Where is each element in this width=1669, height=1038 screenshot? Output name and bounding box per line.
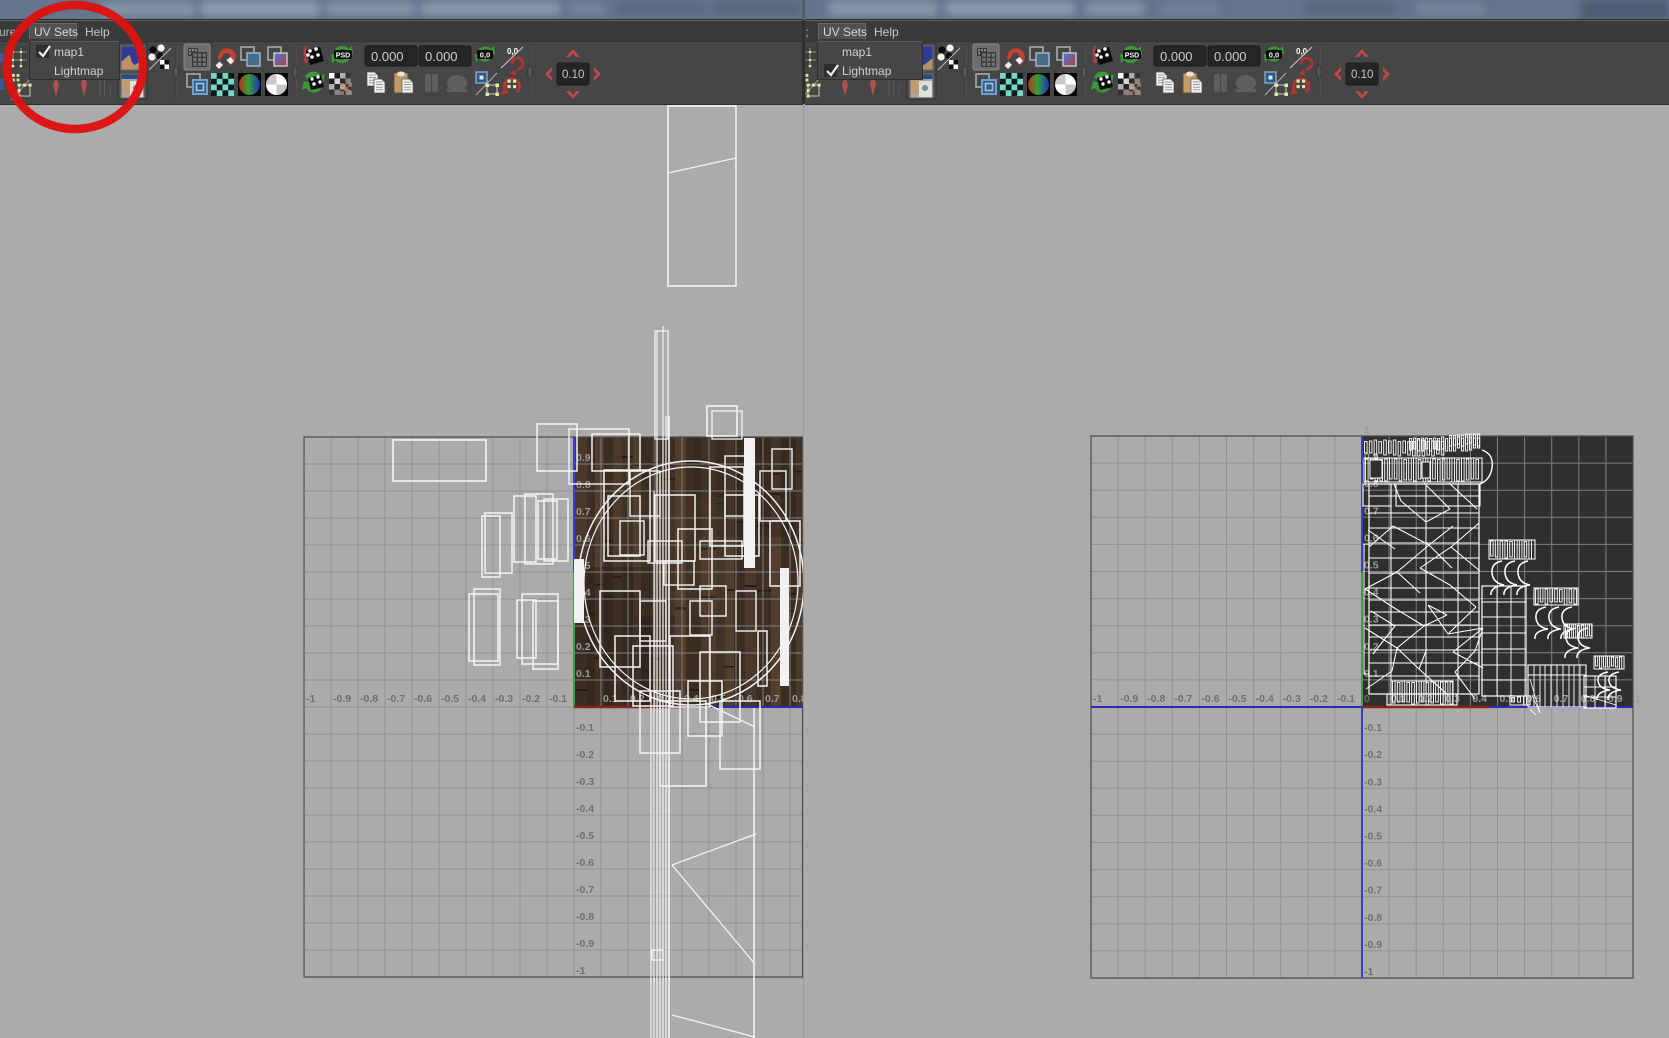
- svg-text:-0.7: -0.7: [1174, 693, 1192, 705]
- svg-text:0.000: 0.000: [425, 49, 458, 64]
- svg-text:-0.9: -0.9: [1120, 693, 1138, 705]
- svg-text:-1: -1: [1364, 966, 1373, 978]
- svg-text:-0.4: -0.4: [1256, 693, 1274, 705]
- svg-text:-0.6: -0.6: [414, 693, 432, 705]
- svg-text:0.10: 0.10: [1351, 69, 1373, 81]
- svg-text:0.7: 0.7: [1364, 505, 1379, 517]
- svg-text:0.7: 0.7: [576, 506, 591, 518]
- svg-text:PSD: PSD: [336, 53, 350, 60]
- svg-text:0,0: 0,0: [507, 47, 519, 56]
- svg-text:-1: -1: [306, 693, 315, 705]
- svg-text:0.000: 0.000: [1214, 49, 1247, 64]
- svg-text:0.3: 0.3: [1364, 614, 1379, 626]
- svg-text:0.2: 0.2: [1364, 641, 1379, 653]
- svg-text:0.2: 0.2: [576, 641, 591, 653]
- svg-text:-0.4: -0.4: [468, 693, 486, 705]
- svg-text:-0.2: -0.2: [576, 749, 594, 761]
- svg-text:-0.5: -0.5: [441, 693, 459, 705]
- svg-text:-0.7: -0.7: [387, 693, 405, 705]
- svg-text:-0.6: -0.6: [576, 857, 594, 869]
- svg-text:-0.1: -0.1: [576, 722, 594, 734]
- svg-text:0.9: 0.9: [576, 452, 591, 464]
- svg-text:0.8: 0.8: [792, 693, 803, 705]
- svg-text:-0.8: -0.8: [1147, 693, 1165, 705]
- svg-text:-0.9: -0.9: [1364, 939, 1382, 951]
- svg-text:-0.2: -0.2: [522, 693, 540, 705]
- svg-text:0.5: 0.5: [1500, 693, 1515, 705]
- svg-text:-0.2: -0.2: [1310, 693, 1328, 705]
- svg-text:0.000: 0.000: [371, 49, 404, 64]
- svg-text:-0.3: -0.3: [576, 776, 594, 788]
- svg-text:-0.5: -0.5: [576, 830, 594, 842]
- svg-text:0.8: 0.8: [1581, 693, 1596, 705]
- svg-text:0.6: 0.6: [576, 533, 591, 545]
- svg-text:0.1: 0.1: [576, 668, 591, 680]
- svg-text:-0.3: -0.3: [495, 693, 513, 705]
- svg-text:-0.8: -0.8: [576, 911, 594, 923]
- svg-text:0,0: 0,0: [1296, 47, 1308, 56]
- svg-text:-0.7: -0.7: [576, 884, 594, 896]
- svg-text:0.7: 0.7: [765, 693, 780, 705]
- svg-text:-0.6: -0.6: [1201, 693, 1219, 705]
- svg-text:-0.1: -0.1: [1364, 722, 1382, 734]
- svg-text:PSD: PSD: [1125, 53, 1139, 60]
- svg-text:-0.4: -0.4: [576, 803, 594, 815]
- svg-text:-0.6: -0.6: [1364, 858, 1382, 870]
- svg-text:-0.4: -0.4: [1364, 803, 1382, 815]
- svg-text:-0.2: -0.2: [1364, 749, 1382, 761]
- svg-text:0,0: 0,0: [1269, 51, 1279, 60]
- svg-text:0.000: 0.000: [1160, 49, 1193, 64]
- svg-text:-0.7: -0.7: [1364, 885, 1382, 897]
- svg-text:-1: -1: [1093, 693, 1102, 705]
- svg-text:-0.5: -0.5: [1364, 831, 1382, 843]
- svg-text:0.7: 0.7: [1554, 693, 1569, 705]
- svg-text:0,0: 0,0: [480, 51, 490, 60]
- svg-text:-0.1: -0.1: [549, 693, 567, 705]
- svg-text:-0.3: -0.3: [1283, 693, 1301, 705]
- svg-text:-0.9: -0.9: [576, 938, 594, 950]
- svg-text:0.10: 0.10: [562, 69, 584, 81]
- svg-text:-0.9: -0.9: [333, 693, 351, 705]
- svg-text:-0.3: -0.3: [1364, 776, 1382, 788]
- svg-text:-0.8: -0.8: [1364, 912, 1382, 924]
- svg-text:-0.1: -0.1: [1337, 693, 1355, 705]
- svg-text:-0.5: -0.5: [1229, 693, 1247, 705]
- svg-text:0.5: 0.5: [1364, 560, 1379, 572]
- svg-text:-1: -1: [576, 965, 585, 977]
- svg-text:0.2: 0.2: [630, 693, 645, 705]
- svg-text:-0.8: -0.8: [360, 693, 378, 705]
- svg-text:1: 1: [1364, 424, 1370, 436]
- svg-text:0: 0: [1364, 693, 1370, 705]
- svg-text:0.8: 0.8: [576, 479, 591, 491]
- svg-text:1: 1: [1635, 693, 1641, 705]
